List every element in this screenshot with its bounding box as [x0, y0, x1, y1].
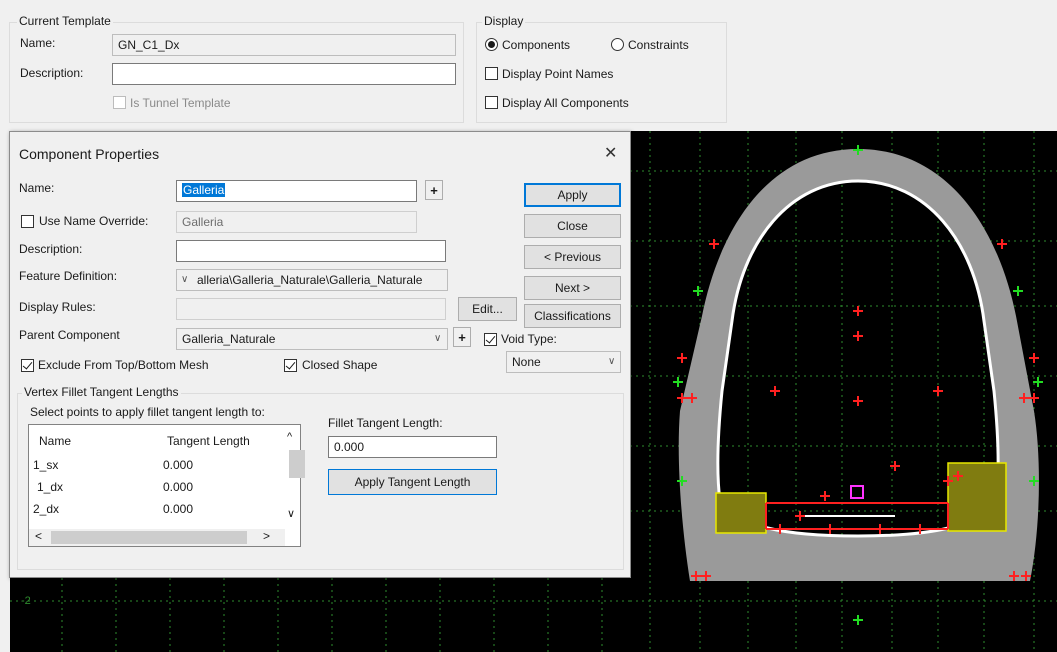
- display-point-names-label: Display Point Names: [502, 67, 614, 81]
- horizontal-scrollbar-thumb[interactable]: [51, 531, 247, 544]
- template-name-field[interactable]: GN_C1_Dx: [112, 34, 456, 56]
- apply-tangent-length-button[interactable]: Apply Tangent Length: [328, 469, 497, 495]
- display-rules-label: Display Rules:: [19, 300, 96, 314]
- right-fill-block: [947, 462, 1007, 532]
- parent-component-label: Parent Component: [19, 328, 120, 342]
- list-scroll-down-icon[interactable]: ∨: [287, 507, 295, 520]
- display-all-components-label: Display All Components: [502, 96, 629, 110]
- display-point-names-checkbox[interactable]: [485, 67, 498, 80]
- name-label: Name:: [19, 181, 55, 195]
- name-field[interactable]: Galleria: [176, 180, 417, 202]
- list-item[interactable]: 1_dx 0.000: [29, 478, 284, 498]
- tunnel-template-checkbox[interactable]: [113, 96, 126, 109]
- tunnel-template-label: Is Tunnel Template: [130, 96, 231, 110]
- exclude-mesh-label: Exclude From Top/Bottom Mesh: [38, 358, 209, 372]
- name-field-value: Galleria: [182, 183, 226, 197]
- list-scroll-up-icon[interactable]: ^: [287, 431, 292, 443]
- feature-definition-select[interactable]: alleria\Galleria_Naturale\Galleria_Natur…: [176, 269, 448, 291]
- template-name-label: Name:: [20, 36, 56, 50]
- list-scrollbar-thumb[interactable]: [289, 450, 305, 478]
- left-fill-block: [715, 492, 767, 534]
- row-length: 0.000: [163, 480, 194, 494]
- apply-button[interactable]: Apply: [524, 183, 621, 207]
- use-name-override-checkbox[interactable]: [21, 215, 34, 228]
- parent-component-value: Galleria_Naturale: [182, 332, 276, 346]
- use-name-override-label: Use Name Override:: [39, 214, 149, 228]
- void-type-label: Void Type:: [501, 332, 557, 346]
- axis-label: -2: [21, 595, 31, 607]
- void-type-chevron-icon: ∨: [608, 356, 616, 367]
- void-type-select[interactable]: None: [506, 351, 621, 373]
- current-template-legend: Current Template: [17, 14, 113, 28]
- exclude-mesh-checkbox[interactable]: [21, 359, 34, 372]
- closed-shape-label: Closed Shape: [302, 358, 378, 372]
- drawing-canvas[interactable]: [630, 131, 1057, 652]
- constraints-radio[interactable]: [611, 38, 624, 51]
- component-properties-dialog: Component Properties ✕ Name: Galleria + …: [9, 131, 631, 578]
- description-field[interactable]: [176, 240, 446, 262]
- display-rules-field[interactable]: [176, 298, 446, 320]
- list-item[interactable]: 1_sx 0.000: [29, 456, 284, 476]
- list-item[interactable]: 2_dx 0.000: [29, 500, 284, 520]
- components-radio-label: Components: [502, 38, 571, 52]
- classifications-button[interactable]: Classifications: [524, 304, 621, 328]
- feature-definition-value: alleria\Galleria_Naturale\Galleria_Natur…: [197, 273, 423, 287]
- template-description-field[interactable]: [112, 63, 456, 85]
- next-button[interactable]: Next >: [524, 276, 621, 300]
- close-button[interactable]: Close: [524, 214, 621, 238]
- pick-parent-button[interactable]: +: [453, 327, 471, 347]
- template-description-label: Description:: [20, 66, 84, 80]
- closed-shape-checkbox[interactable]: [284, 359, 297, 372]
- fillet-length-field[interactable]: 0.000: [328, 436, 497, 458]
- row-name: 1_dx: [37, 480, 64, 494]
- feature-definition-label: Feature Definition:: [19, 269, 118, 283]
- name-override-field[interactable]: Galleria: [176, 211, 417, 233]
- components-radio[interactable]: [485, 38, 498, 51]
- row-length: 0.000: [163, 458, 194, 472]
- fillet-instruction: Select points to apply fillet tangent le…: [30, 405, 265, 419]
- col-name-header: Name: [39, 434, 72, 448]
- selected-point-marker: [850, 485, 864, 499]
- pick-name-button[interactable]: +: [425, 180, 443, 200]
- edit-display-rules-button[interactable]: Edit...: [458, 297, 517, 321]
- scroll-left-icon[interactable]: <: [35, 529, 42, 543]
- fillet-legend: Vertex Fillet Tangent Lengths: [22, 385, 181, 399]
- display-all-components-checkbox[interactable]: [485, 96, 498, 109]
- row-length: 0.000: [163, 502, 194, 516]
- dialog-close-button[interactable]: ✕: [604, 143, 617, 163]
- dialog-title: Component Properties: [19, 146, 160, 162]
- feature-definition-chevron-icon: ∨: [181, 274, 189, 285]
- void-type-checkbox[interactable]: [484, 333, 497, 346]
- parent-component-select[interactable]: Galleria_Naturale: [176, 328, 448, 350]
- fillet-length-label: Fillet Tangent Length:: [328, 416, 443, 430]
- constraints-radio-label: Constraints: [628, 38, 689, 52]
- scroll-right-icon[interactable]: >: [263, 529, 270, 543]
- display-legend: Display: [482, 14, 526, 28]
- description-label: Description:: [19, 242, 83, 256]
- row-name: 1_sx: [33, 458, 59, 472]
- col-length-header: Tangent Length: [167, 434, 250, 448]
- previous-button[interactable]: < Previous: [524, 245, 621, 269]
- parent-component-chevron-icon: ∨: [434, 333, 442, 344]
- drawing-canvas-lower[interactable]: -2: [10, 578, 630, 652]
- fillet-point-list[interactable]: Name Tangent Length ^ 1_sx 0.000 1_dx 0.…: [28, 424, 305, 547]
- void-type-value: None: [512, 355, 541, 369]
- row-name: 2_dx: [33, 502, 60, 516]
